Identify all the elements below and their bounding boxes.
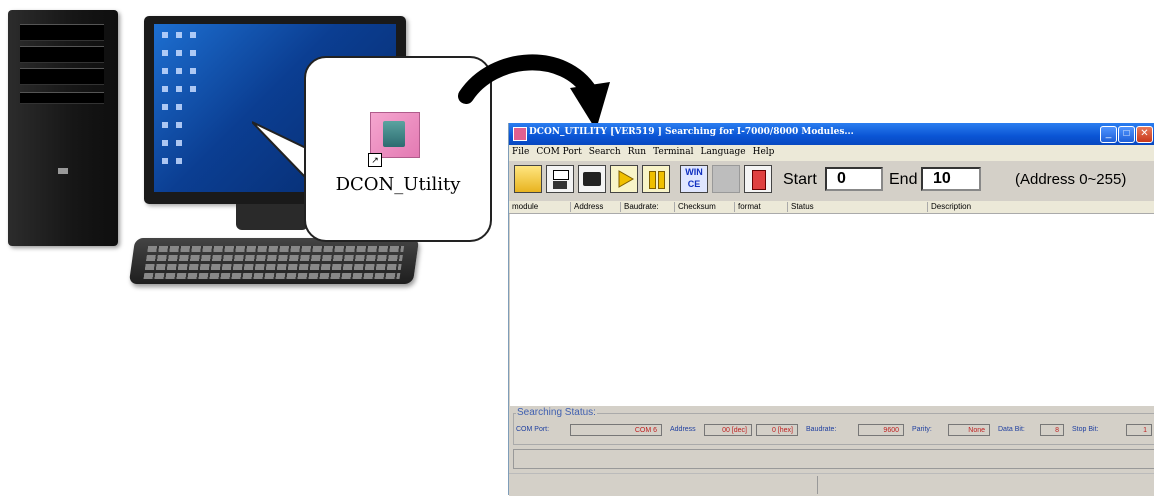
module-icon[interactable]: [744, 165, 772, 193]
minimize-button[interactable]: _: [1100, 126, 1117, 143]
title-bar[interactable]: DCON_UTILITY [VER519 ] Searching for I-7…: [509, 123, 1154, 145]
monitor-stand: [236, 204, 308, 230]
parity-value: None: [948, 424, 990, 436]
dcon-utility-app-icon[interactable]: [370, 112, 420, 158]
menu-bar: File COM Port Search Run Terminal Language Hel…: [509, 145, 1154, 161]
data-bit-value: 8: [1040, 424, 1064, 436]
drive-bay: [20, 46, 104, 63]
drive-bay: [20, 68, 104, 85]
callout-label: DCON_Utility: [335, 174, 461, 195]
address-hex-value: 0 [hex]: [756, 424, 798, 436]
callout-tail: [252, 121, 307, 180]
column-format[interactable]: format: [735, 202, 788, 212]
close-button[interactable]: ✕: [1136, 126, 1153, 143]
com-port-value: COM 6: [570, 424, 662, 436]
maximize-button[interactable]: □: [1118, 126, 1135, 143]
progress-bar: [513, 449, 1154, 469]
status-bar: [509, 473, 1154, 496]
searching-status-group: Searching Status: COM Port: COM 6 Addres…: [513, 407, 1154, 445]
pc-tower-illustration: [8, 10, 118, 246]
drive-bay: [20, 92, 104, 104]
baudrate-value: 9600: [858, 424, 904, 436]
print-icon[interactable]: [578, 165, 606, 193]
menu-com-port[interactable]: COM Port: [533, 145, 585, 157]
module-list-header: module Address Baudrate: Checksum format…: [509, 201, 1154, 214]
dcon-utility-window: DCON_UTILITY [VER519 ] Searching for I-7…: [508, 123, 1154, 496]
data-bit-label: Data Bit:: [998, 426, 1025, 433]
window-title: DCON_UTILITY [VER519 ] Searching for I-7…: [529, 127, 854, 137]
start-label: Start: [783, 171, 817, 188]
column-status[interactable]: Status: [788, 202, 928, 212]
stop-bit-value: 1: [1126, 424, 1152, 436]
start-address-input[interactable]: 0: [825, 167, 883, 191]
blank-icon[interactable]: [712, 165, 740, 193]
pause-icon[interactable]: [642, 165, 670, 193]
searching-status-legend: Searching Status:: [516, 407, 597, 418]
drive-bay: [20, 24, 104, 41]
column-checksum[interactable]: Checksum: [675, 202, 735, 212]
column-description[interactable]: Description: [928, 202, 1154, 212]
keyboard-illustration: [128, 238, 420, 284]
toolbar: WIN CE Start 0 End 10 (Address 0~255): [509, 161, 1154, 199]
baudrate-label: Baudrate:: [806, 426, 837, 433]
module-list[interactable]: [510, 214, 1154, 406]
address-range-note: (Address 0~255): [1015, 171, 1127, 188]
menu-language[interactable]: Language: [697, 145, 749, 157]
menu-search[interactable]: Search: [586, 145, 625, 157]
column-module[interactable]: module: [509, 202, 571, 212]
wince-icon[interactable]: WIN CE: [680, 165, 708, 193]
address-dec-value: 00 [dec]: [704, 424, 752, 436]
com-port-label: COM Port:: [516, 426, 550, 433]
status-pane: [509, 476, 818, 494]
menu-run[interactable]: Run: [625, 145, 650, 157]
menu-terminal[interactable]: Terminal: [650, 145, 697, 157]
address-label: Address: [670, 426, 696, 433]
save-icon[interactable]: [546, 165, 574, 193]
parity-label: Parity:: [912, 426, 932, 433]
hp-logo: [58, 168, 68, 174]
end-label: End: [889, 171, 918, 188]
folder-open-icon[interactable]: [514, 165, 542, 193]
menu-file[interactable]: File: [509, 145, 533, 157]
stop-bit-label: Stop Bit:: [1072, 426, 1099, 433]
menu-help[interactable]: Help: [750, 145, 779, 157]
app-icon: [513, 127, 527, 141]
play-icon[interactable]: [610, 165, 638, 193]
column-address[interactable]: Address: [571, 202, 621, 212]
shortcut-arrow-icon: ↗: [368, 153, 382, 167]
column-baudrate[interactable]: Baudrate:: [621, 202, 675, 212]
end-address-input[interactable]: 10: [921, 167, 981, 191]
